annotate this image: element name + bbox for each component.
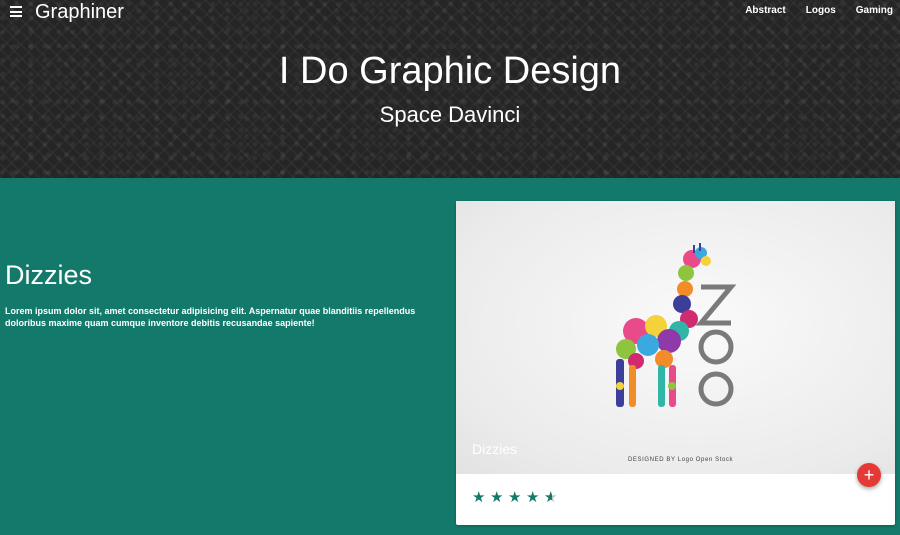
card-image-title: Dizzies	[472, 441, 518, 457]
add-button[interactable]: +	[857, 463, 881, 487]
nav-links: Abstract Logos Gaming	[745, 5, 893, 16]
designed-by-credit: DESIGNED BY Logo Open Stock	[628, 457, 734, 463]
star-icon: ★	[490, 489, 504, 506]
star-icon: ★	[472, 489, 486, 506]
zoo-giraffe-logo	[616, 243, 737, 407]
section-description: Lorem ipsum dolor sit, amet consectetur …	[5, 306, 416, 328]
star-rating: ★ ★ ★ ★ ★ ★	[472, 488, 559, 506]
main-section: Dizzies Lorem ipsum dolor sit, amet cons…	[0, 178, 900, 535]
star-icon: ★	[526, 489, 540, 506]
nav-link-gaming[interactable]: Gaming	[856, 5, 893, 16]
hamburger-menu-icon[interactable]	[10, 6, 22, 17]
card-image: Dizzies DESIGNED BY Logo Open Stock	[456, 201, 895, 474]
top-navbar: Graphiner Abstract Logos Gaming	[0, 0, 900, 24]
project-card: Dizzies DESIGNED BY Logo Open Stock + ★ …	[456, 201, 895, 525]
nav-link-abstract[interactable]: Abstract	[745, 5, 786, 16]
section-title: Dizzies	[5, 260, 93, 290]
zoo-letters	[695, 284, 737, 407]
hero-title: I Do Graphic Design	[278, 50, 622, 92]
hero-subtitle: Space Davinci	[379, 102, 521, 127]
nav-link-logos[interactable]: Logos	[806, 5, 836, 16]
brand-logo[interactable]: Graphiner	[35, 1, 124, 24]
plus-icon: +	[863, 465, 875, 485]
site-header: Graphiner Abstract Logos Gaming I Do Gra…	[0, 0, 900, 178]
star-half-icon: ★ ★	[544, 489, 558, 506]
star-icon: ★	[508, 489, 522, 506]
